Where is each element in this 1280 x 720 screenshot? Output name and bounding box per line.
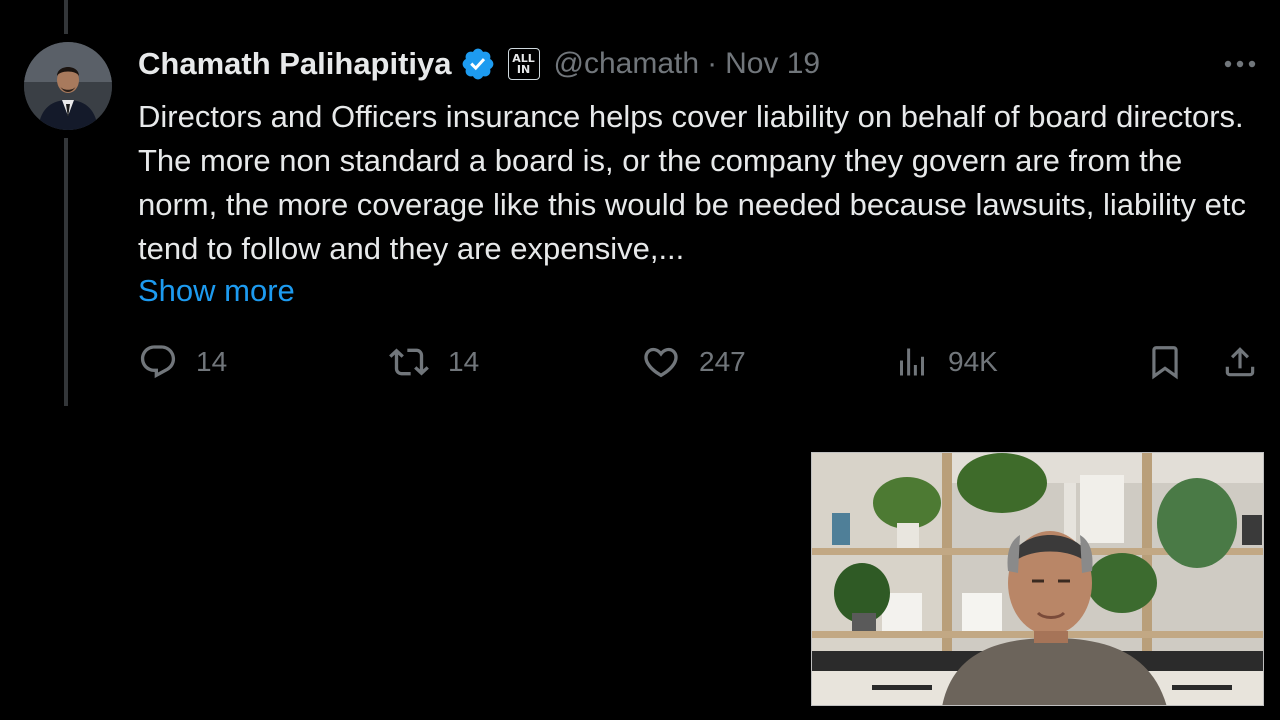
- thread-line-top: [64, 0, 68, 34]
- tweet-body: Directors and Officers insurance helps c…: [138, 99, 1246, 266]
- repost-icon: [389, 348, 429, 376]
- webcam-video-overlay: [811, 452, 1264, 706]
- affiliate-badge-bottom: IN: [516, 63, 531, 76]
- all-in-affiliate-badge[interactable]: ALL IN: [507, 48, 540, 80]
- repost-button[interactable]: 14: [388, 340, 479, 384]
- like-count: 247: [699, 346, 746, 377]
- show-more-link[interactable]: Show more: [138, 269, 295, 313]
- like-button[interactable]: 247: [641, 340, 746, 384]
- author-name[interactable]: Chamath Palihapitiya: [138, 46, 452, 82]
- more-horizontal-icon: [1224, 60, 1256, 68]
- bookmark-button[interactable]: [1146, 340, 1184, 384]
- reply-icon: [140, 345, 176, 379]
- verified-badge-icon[interactable]: [460, 46, 496, 82]
- avatar[interactable]: [24, 42, 112, 130]
- share-button[interactable]: [1221, 340, 1259, 384]
- views-button[interactable]: 94K: [894, 340, 998, 384]
- bookmark-icon: [1152, 346, 1178, 380]
- tweet-date[interactable]: Nov 19: [725, 47, 820, 81]
- analytics-bars-icon: [900, 348, 924, 376]
- more-options-button[interactable]: [1220, 50, 1260, 78]
- header-separator: ·: [707, 47, 718, 80]
- views-count: 94K: [948, 346, 998, 377]
- share-icon: [1225, 347, 1255, 377]
- reply-button[interactable]: 14: [138, 340, 227, 384]
- repost-count: 14: [448, 346, 480, 377]
- heart-icon: [644, 347, 678, 378]
- reply-count: 14: [196, 346, 228, 377]
- tweet-header: Chamath Palihapitiya ALL IN @chamath · N…: [138, 42, 820, 86]
- author-handle[interactable]: @chamath: [554, 47, 700, 81]
- thread-line-bottom: [64, 138, 68, 406]
